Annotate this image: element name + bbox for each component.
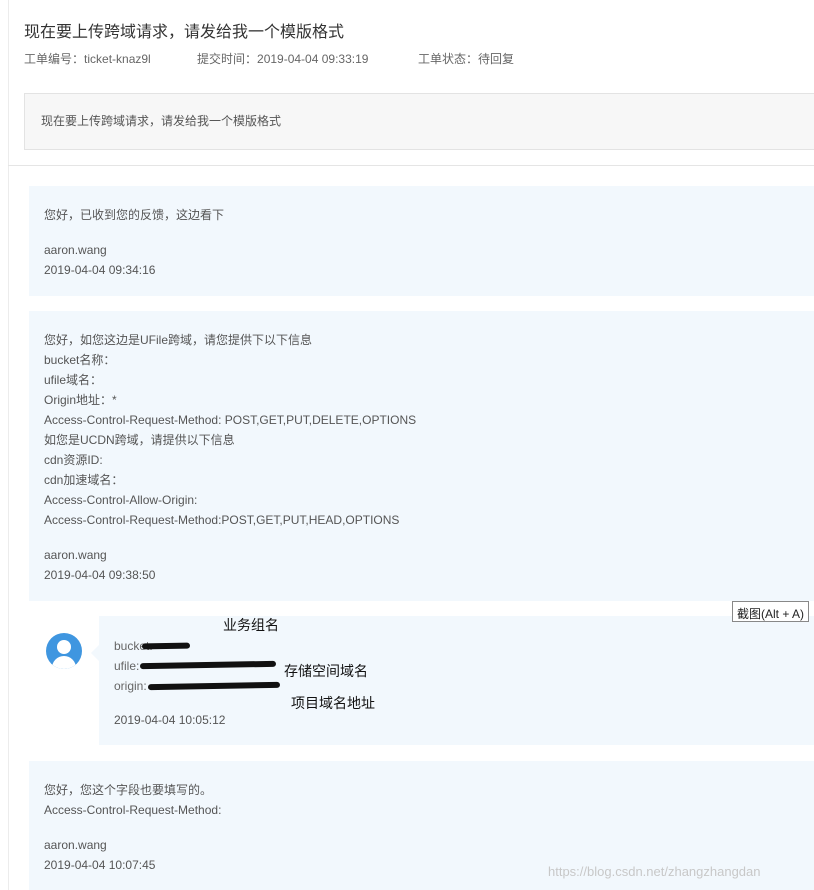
- message-text: cdn资源ID:: [44, 453, 103, 467]
- message-text: origin:: [114, 679, 147, 693]
- message-time: 2019-04-04 10:05:12: [114, 713, 226, 727]
- message-author: aaron.wang: [44, 548, 107, 562]
- submit-time-label: 提交时间：: [197, 52, 258, 66]
- section-divider: [8, 165, 814, 166]
- ticket-status: 工单状态：待回复: [418, 50, 514, 67]
- user-message: bucket: ufile: origin: 2019-04-04 10:05:…: [99, 616, 814, 745]
- message-text: 您好，您这个字段也要填写的。: [44, 783, 213, 797]
- reply-message: 您好，已收到您的反馈，这边看下 aaron.wang 2019-04-04 09…: [29, 186, 814, 296]
- message-text: 您好，如您这边是UFile跨域，请您提供下以下信息: [44, 333, 313, 347]
- message-time: 2019-04-04 10:07:45: [44, 858, 156, 872]
- annotation-storage-domain: 存储空间域名: [284, 663, 368, 679]
- ticket-number: 工单编号：ticket-knaz9l: [24, 50, 151, 67]
- reply-message: 您好，如您这边是UFile跨域，请您提供下以下信息 bucket名称： ufil…: [29, 311, 814, 601]
- message-text: Access-Control-Allow-Origin:: [44, 493, 198, 507]
- message-text: 如您是UCDN跨域，请提供以下信息: [44, 433, 235, 447]
- watermark: https://blog.csdn.net/zhangzhangdan: [548, 864, 761, 879]
- bubble-arrow: [91, 645, 99, 661]
- message-text: ufile域名：: [44, 373, 103, 387]
- screenshot-tooltip: 截图(Alt + A): [732, 601, 810, 622]
- submit-time: 提交时间：2019-04-04 09:33:19: [197, 50, 368, 67]
- message-author: aaron.wang: [44, 838, 107, 852]
- ticket-status-value: 待回复: [478, 52, 515, 66]
- left-border: [8, 0, 9, 890]
- message-time: 2019-04-04 09:34:16: [44, 263, 156, 277]
- ticket-detail-page: 现在要上传跨域请求，请发给我一个模版格式 工单编号：ticket-knaz9l …: [0, 0, 814, 890]
- ticket-description: 现在要上传跨域请求，请发给我一个模版格式: [24, 93, 814, 150]
- message-text: ufile:: [114, 659, 140, 673]
- message-text: 您好，已收到您的反馈，这边看下: [44, 208, 225, 222]
- message-text: Access-Control-Request-Method: POST,GET,…: [44, 413, 417, 427]
- message-text: Access-Control-Request-Method:: [44, 803, 222, 817]
- message-text: bucket名称：: [44, 353, 116, 367]
- message-text: Origin地址：*: [44, 393, 117, 407]
- redaction-scribble: [141, 642, 191, 650]
- ticket-number-value: ticket-knaz9l: [84, 52, 151, 66]
- user-avatar-icon: [46, 633, 82, 669]
- annotation-project-domain: 项目域名地址: [291, 695, 375, 711]
- ticket-title: 现在要上传跨域请求，请发给我一个模版格式: [24, 24, 345, 41]
- message-time: 2019-04-04 09:38:50: [44, 568, 156, 582]
- message-text: Access-Control-Request-Method:POST,GET,P…: [44, 513, 400, 527]
- ticket-status-label: 工单状态：: [418, 52, 479, 66]
- message-author: aaron.wang: [44, 243, 107, 257]
- ticket-number-label: 工单编号：: [24, 52, 85, 66]
- message-text: cdn加速域名：: [44, 473, 124, 487]
- submit-time-value: 2019-04-04 09:33:19: [257, 52, 369, 66]
- annotation-business-group: 业务组名: [223, 617, 279, 633]
